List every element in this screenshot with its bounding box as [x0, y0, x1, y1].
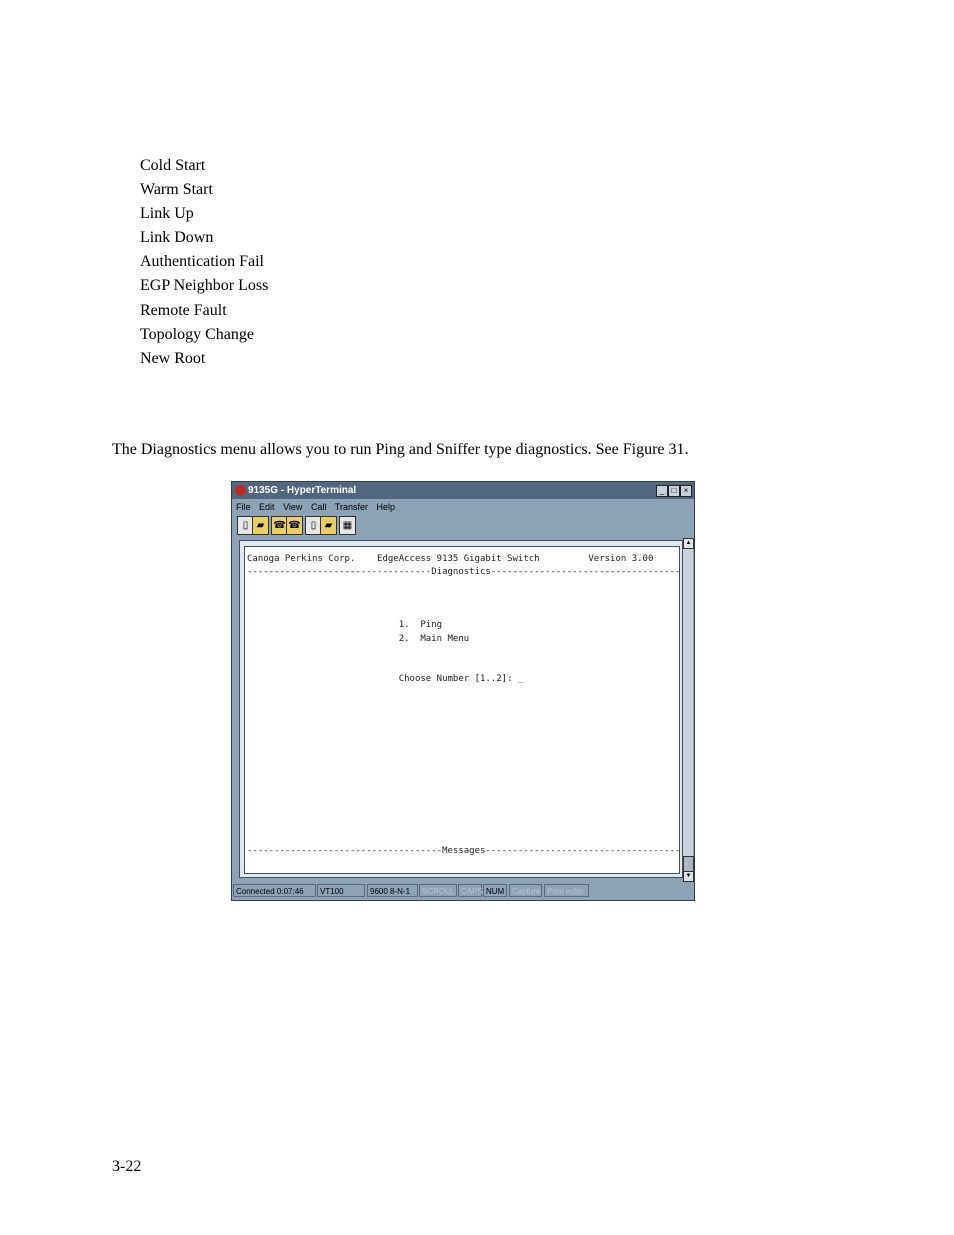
hyperterminal-window: 9135G - HyperTerminal _ □ × File Edit Vi… [231, 481, 695, 901]
status-emulation: VT100 [317, 884, 365, 897]
list-item: Remote Fault [140, 302, 227, 319]
open-icon[interactable]: ▰ [252, 516, 269, 535]
vertical-scrollbar[interactable]: ▲ ▼ [683, 538, 694, 882]
minimize-button[interactable]: _ [656, 485, 668, 497]
page-number: 3-22 [112, 1158, 142, 1175]
status-capture: Capture [509, 884, 542, 897]
status-connected: Connected 0:07:46 [233, 884, 316, 897]
properties-icon[interactable]: ▦ [339, 516, 356, 535]
title-bar[interactable]: 9135G - HyperTerminal _ □ × [232, 482, 694, 499]
list-item: EGP Neighbor Loss [140, 277, 269, 294]
menu-call[interactable]: Call [311, 502, 327, 512]
menu-edit[interactable]: Edit [259, 502, 275, 512]
list-item: Authentication Fail [140, 253, 264, 270]
terminal-header: Canoga Perkins Corp. EdgeAccess 9135 Gig… [247, 554, 654, 564]
close-button[interactable]: × [680, 485, 692, 497]
list-item: Cold Start [140, 157, 206, 174]
status-num: NUM [483, 884, 507, 897]
list-item: Warm Start [140, 181, 213, 198]
maximize-button[interactable]: □ [668, 485, 680, 497]
terminal-area[interactable]: Canoga Perkins Corp. EdgeAccess 9135 Gig… [239, 540, 683, 878]
disconnect-icon[interactable]: ☎ [286, 516, 303, 535]
list-item: Link Down [140, 229, 214, 246]
app-icon [235, 485, 246, 496]
menu-option-main-menu: 2. Main Menu [247, 634, 470, 644]
menu-view[interactable]: View [283, 502, 302, 512]
status-print-echo: Print echo [544, 884, 589, 897]
menu-bar: File Edit View Call Transfer Help [236, 500, 401, 514]
list-item: Link Up [140, 205, 194, 222]
list-item: Topology Change [140, 326, 254, 343]
status-scroll: SCROLL [419, 884, 457, 897]
window-title: 9135G - HyperTerminal [248, 485, 357, 496]
status-caps: CAPS [458, 884, 483, 897]
menu-file[interactable]: File [236, 502, 251, 512]
body-paragraph: The Diagnostics menu allows you to run P… [112, 441, 689, 458]
list-item: New Root [140, 350, 206, 367]
terminal-screen[interactable]: Canoga Perkins Corp. EdgeAccess 9135 Gig… [244, 546, 680, 874]
messages-divider: ------------------------------------Mess… [247, 846, 681, 856]
receive-icon[interactable]: ▰ [320, 516, 337, 535]
document-page: Cold Start Warm Start Link Up Link Down … [0, 0, 954, 1235]
scroll-down-icon[interactable]: ▼ [683, 871, 694, 882]
terminal-divider: ----------------------------------Diagno… [247, 567, 681, 577]
menu-option-ping: 1. Ping [247, 620, 443, 630]
scroll-up-icon[interactable]: ▲ [683, 538, 694, 549]
scroll-thumb[interactable] [683, 856, 694, 872]
choose-prompt: Choose Number [1..2]: _ [247, 674, 524, 684]
status-settings: 9600 8-N-1 [367, 884, 418, 897]
menu-help[interactable]: Help [377, 502, 396, 512]
menu-transfer[interactable]: Transfer [335, 502, 368, 512]
